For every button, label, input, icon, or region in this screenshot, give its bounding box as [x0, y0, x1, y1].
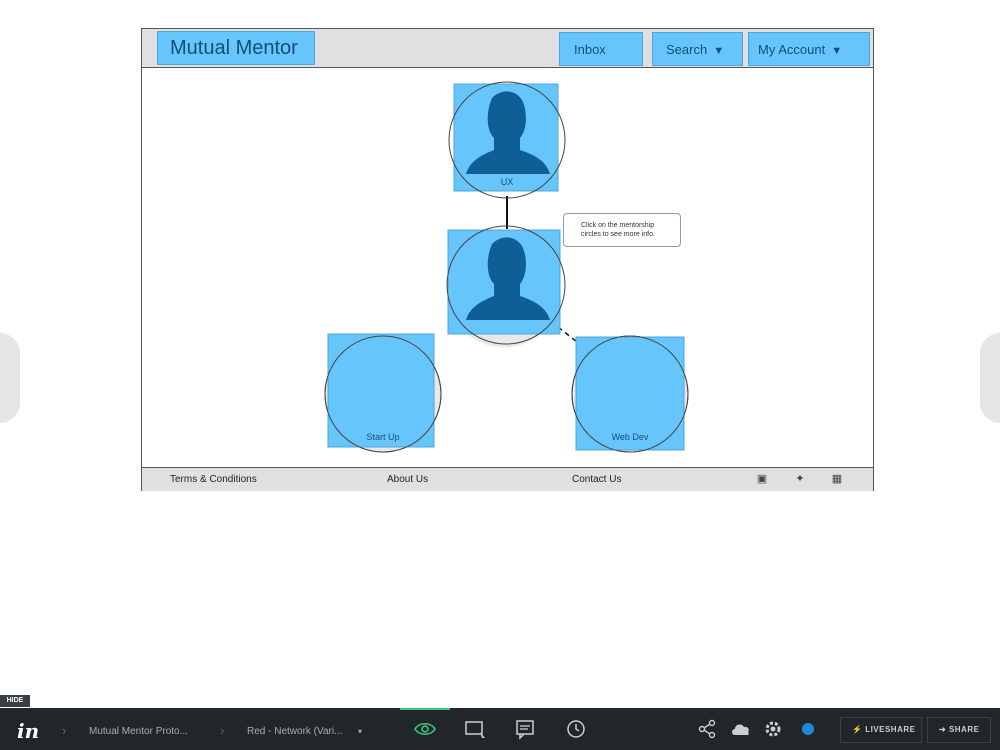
mentorship-network: [324, 81, 689, 453]
gear-icon[interactable]: [761, 717, 785, 741]
build-mode-icon[interactable]: [463, 717, 487, 741]
active-mode-indicator: [400, 708, 450, 710]
share-nodes-icon[interactable]: [695, 717, 719, 741]
node-label-ux: UX: [500, 177, 514, 187]
lightning-icon: ⚡: [852, 725, 866, 734]
invision-logo[interactable]: in: [17, 719, 39, 743]
chevron-right-icon: ›: [62, 723, 67, 738]
preview-mode-eye-icon[interactable]: [413, 717, 437, 741]
comment-mode-icon[interactable]: [513, 717, 537, 741]
chevron-right-icon: ›: [220, 723, 225, 738]
cloud-sync-icon[interactable]: [729, 717, 753, 741]
hide-toolbar-button[interactable]: HIDE: [0, 695, 30, 707]
liveshare-label: LIVESHARE: [865, 725, 916, 734]
help-tooltip: Click on the mentorship circles to see m…: [563, 213, 681, 247]
node-label-start-up: Start Up: [366, 432, 400, 442]
share-label: SHARE: [948, 725, 980, 734]
screen-selector[interactable]: Red - Network (Vari...: [247, 726, 342, 737]
arrow-right-icon: ➜: [939, 725, 949, 734]
history-clock-icon[interactable]: [564, 717, 588, 741]
bottom-toolbar: in › Mutual Mentor Proto... › Red - Netw…: [0, 708, 1000, 750]
share-button[interactable]: ➜ SHARE: [927, 717, 991, 743]
user-avatar[interactable]: [796, 717, 820, 741]
caret-down-icon[interactable]: ▾: [358, 727, 362, 736]
project-breadcrumb[interactable]: Mutual Mentor Proto...: [89, 726, 188, 737]
node-label-web-dev: Web Dev: [611, 432, 649, 442]
liveshare-button[interactable]: ⚡ LIVESHARE: [840, 717, 922, 743]
mentor-node-center[interactable]: [446, 225, 566, 348]
